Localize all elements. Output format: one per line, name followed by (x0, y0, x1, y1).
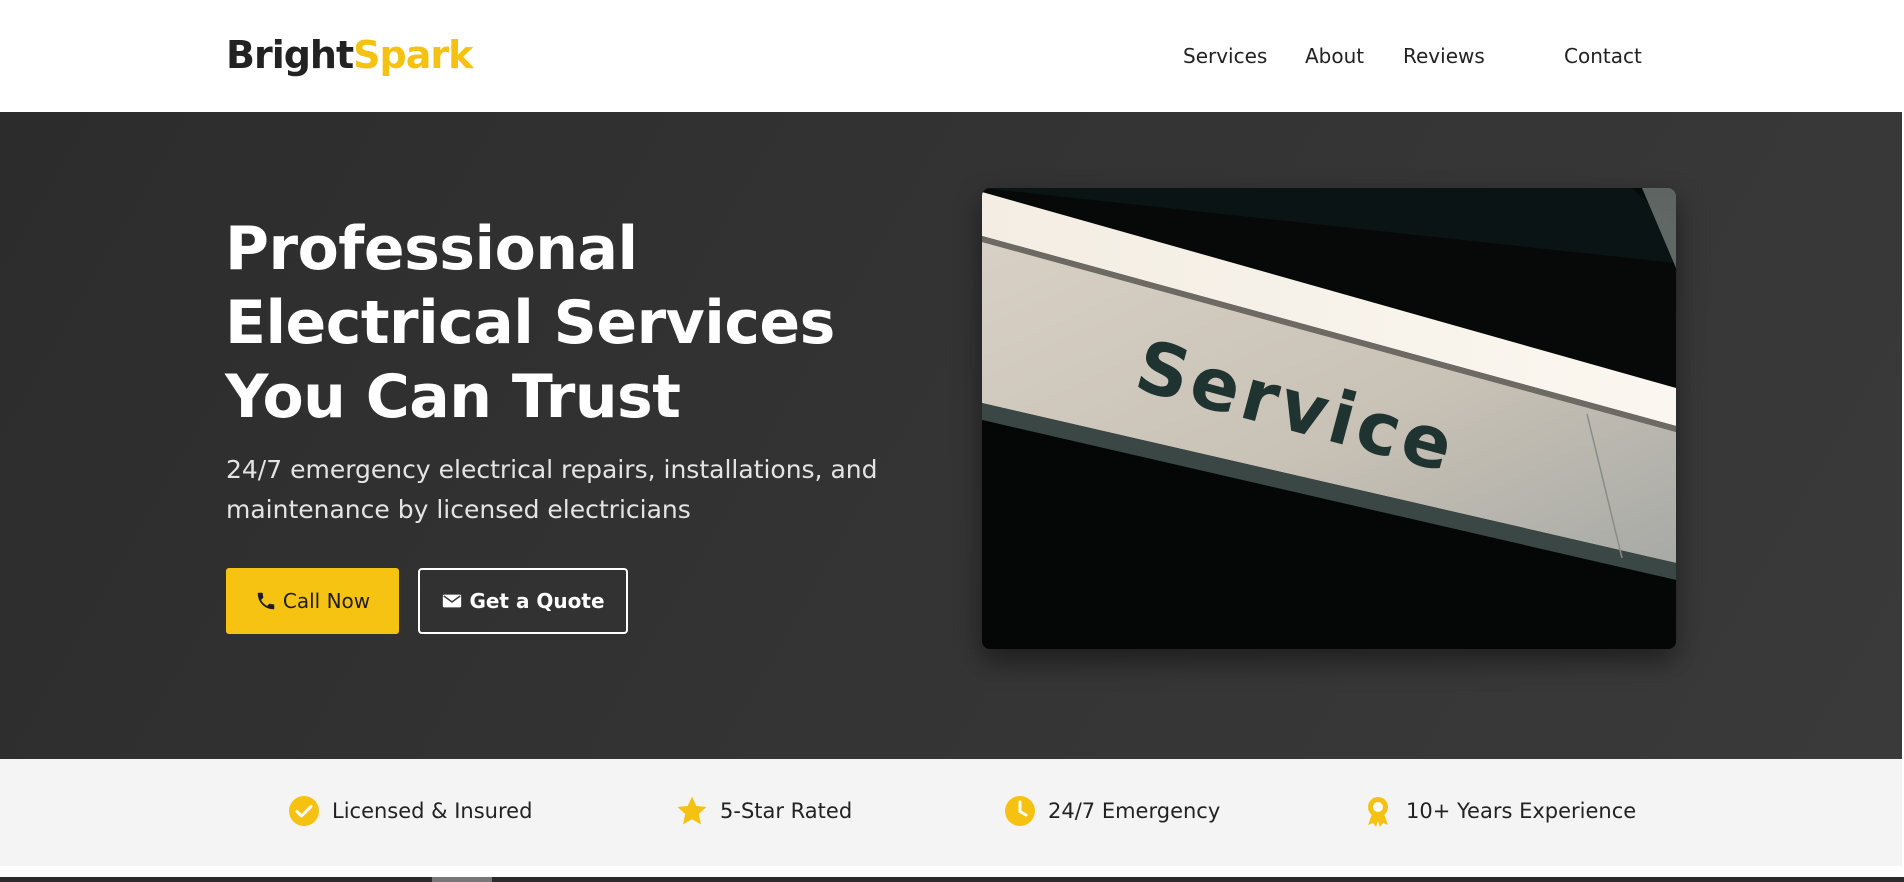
get-quote-button[interactable]: Get a Quote (418, 568, 628, 634)
star-icon (677, 796, 707, 825)
hero-title: Professional Electrical Services You Can… (225, 214, 835, 432)
site-header: BrightSpark Services About Reviews Conta… (0, 0, 1904, 112)
trust-item-rated: 5-Star Rated (676, 793, 852, 829)
call-now-label: Call Now (282, 589, 371, 613)
trust-item-emergency: 24/7 Emergency (1004, 793, 1220, 829)
trust-label-emergency: 24/7 Emergency (1048, 799, 1221, 823)
trust-item-experience: 10+ Years Experience (1362, 793, 1636, 829)
trust-label-rated: 5-Star Rated (720, 799, 853, 823)
nav-link-about[interactable]: About (1305, 44, 1364, 68)
check-circle-icon (289, 796, 319, 826)
trust-label-licensed: Licensed & Insured (332, 799, 533, 823)
trust-item-licensed: Licensed & Insured (288, 793, 532, 829)
hero-service-sign-image: Service (982, 188, 1676, 649)
nav-link-reviews[interactable]: Reviews (1403, 44, 1485, 68)
phone-icon (257, 592, 275, 610)
call-now-button[interactable]: Call Now (226, 568, 399, 634)
get-quote-label: Get a Quote (469, 589, 605, 613)
hero-section: Professional Electrical Services You Can… (0, 112, 1902, 759)
trust-bar: Licensed & Insured 5-Star Rated 24/7 Eme… (0, 759, 1902, 866)
award-icon (1368, 797, 1388, 827)
next-section-light-band (432, 877, 492, 882)
nav-link-contact[interactable]: Contact (1564, 44, 1642, 68)
next-section-edge (0, 866, 1904, 882)
main-nav: Services About Reviews Contact (0, 44, 1904, 70)
trust-label-experience: 10+ Years Experience (1406, 799, 1637, 823)
hero-subtitle: 24/7 emergency electrical repairs, insta… (226, 455, 878, 524)
clock-icon (1005, 796, 1035, 826)
service-sign-illustration: Service (982, 188, 1676, 649)
envelope-icon (443, 594, 462, 608)
next-section-dark-band (0, 877, 1904, 882)
nav-link-services[interactable]: Services (1183, 44, 1267, 68)
